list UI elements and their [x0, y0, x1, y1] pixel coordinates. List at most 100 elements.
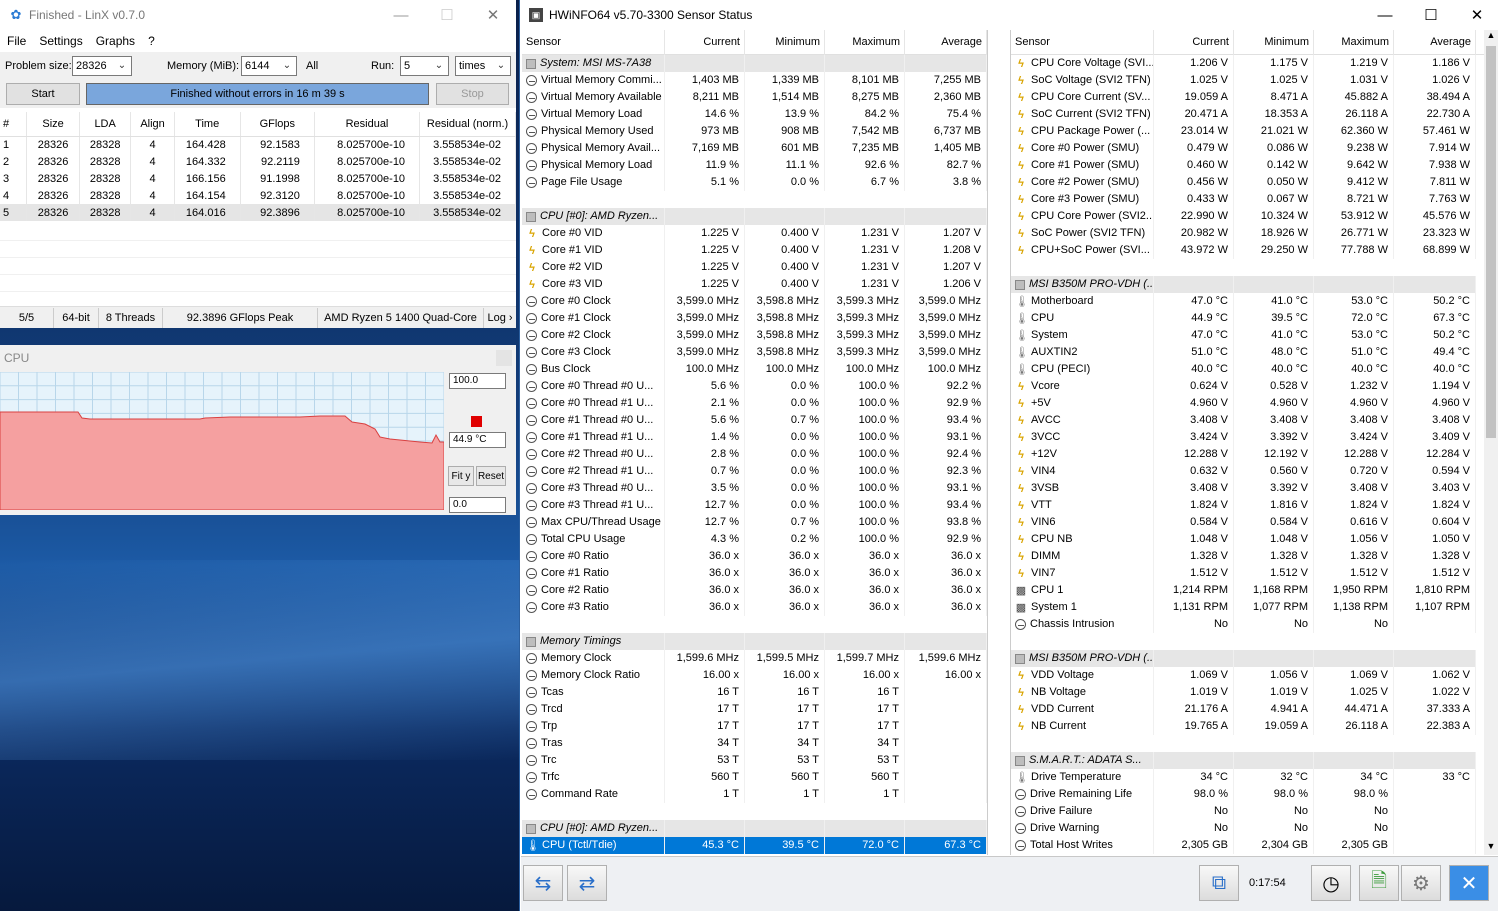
sensor-row[interactable]: Core #1 Thread #1 U... 1.4 % 0.0 % 100.0 % 9… — [522, 429, 987, 446]
sensor-row[interactable]: Core #0 Ratio 36.0 x 36.0 x 36.0 x 36.0 x — [522, 548, 987, 565]
menu-graphs[interactable]: Graphs — [96, 34, 135, 48]
sensor-row[interactable]: ϟ CPU Package Power (... 23.014 W 21.021 W6… — [1011, 123, 1484, 140]
sensor-row[interactable]: Core #0 Thread #0 U... 5.6 % 0.0 % 100.0 % 9… — [522, 378, 987, 395]
sensor-row[interactable]: Virtual Memory Available 8,211 MB 1,514 MB… — [522, 89, 987, 106]
sensor-row[interactable]: ϟ DIMM 1.328 V 1.328 V 1.328 V 1.328 V — [1011, 548, 1484, 565]
sensor-row[interactable]: 🌡 CPU (Tctl/Tdie) 45.3 °C 39.5 °C 72.0 °C 67.… — [522, 837, 987, 854]
linx-titlebar[interactable]: ✿ Finished - LinX v0.7.0 — ☐ ✕ — [0, 0, 516, 30]
sensor-row[interactable]: Core #1 Thread #0 U... 5.6 % 0.7 % 100.0 % 9… — [522, 412, 987, 429]
graph-series-color-swatch[interactable] — [471, 416, 482, 427]
clock-reset-icon[interactable]: ◷ — [1311, 865, 1351, 901]
sensor-row[interactable]: ϟ 3VCC 3.424 V 3.392 V 3.424 V 3.409 V — [1011, 429, 1484, 446]
menu-file[interactable]: File — [7, 34, 26, 48]
sensor-row[interactable]: 🌡 AUXTIN2 51.0 °C 48.0 °C 51.0 °C 49.4 °C — [1011, 344, 1484, 361]
table-row[interactable]: 2 28326 28328 4 164.332 92.2119 8.025700e-10 3.… — [0, 153, 516, 170]
column-header-maximum[interactable]: Maximum — [825, 30, 905, 55]
sensor-row[interactable]: 🌡 CPU (PECI) 40.0 °C 40.0 °C 40.0 °C 40.0 °C — [1011, 361, 1484, 378]
sensor-row[interactable]: Physical Memory Avail... 7,169 MB 601 MB 7,… — [522, 140, 987, 157]
sensor-row[interactable]: ϟ CPU Core Current (SV... 19.059 A 8.471 A4… — [1011, 89, 1484, 106]
sensor-row[interactable]: ϟ SoC Voltage (SVI2 TFN) 1.025 V 1.025 V 1.0… — [1011, 72, 1484, 89]
sensor-row[interactable]: 🌡 CPU 44.9 °C 39.5 °C 72.0 °C 67.3 °C — [1011, 310, 1484, 327]
sensor-row[interactable]: Trp 17 T 17 T 17 T — [522, 718, 987, 735]
graph-min-field[interactable]: 0.0 — [449, 497, 506, 513]
scroll-thumb[interactable] — [1486, 46, 1496, 438]
sensor-row[interactable]: Trcd 17 T 17 T 17 T — [522, 701, 987, 718]
table-row[interactable]: 3 28326 28328 4 166.156 91.1998 8.025700e-10 3.… — [0, 170, 516, 187]
sensor-group-row[interactable]: CPU [#0]: AMD Ryzen... — [522, 208, 987, 225]
sensor-row[interactable]: Core #0 Thread #1 U... 2.1 % 0.0 % 100.0 % 9… — [522, 395, 987, 412]
sensor-group-row[interactable]: Memory Timings — [522, 633, 987, 650]
column-header-current[interactable]: Current — [1154, 30, 1234, 55]
sensor-row[interactable]: ϟ VIN4 0.632 V 0.560 V 0.720 V 0.594 V — [1011, 463, 1484, 480]
sensor-row[interactable]: ▩ CPU 1 1,214 RPM 1,168 RPM 1,950 RPM 1,810 R… — [1011, 582, 1484, 599]
sensor-row[interactable]: Drive Warning No No No — [1011, 820, 1484, 837]
menu-help[interactable]: ? — [148, 34, 155, 48]
sensor-row[interactable]: Memory Clock Ratio 16.00 x 16.00 x 16.00 x1… — [522, 667, 987, 684]
sensor-row[interactable]: Drive Remaining Life 98.0 % 98.0 % 98.0 % — [1011, 786, 1484, 803]
sensor-row[interactable]: ϟ NB Current 19.765 A 19.059 A 26.118 A 22.38… — [1011, 718, 1484, 735]
sensor-row[interactable]: ϟ Core #2 Power (SMU) 0.456 W 0.050 W 9.412 … — [1011, 174, 1484, 191]
sensor-row[interactable]: Core #1 Ratio 36.0 x 36.0 x 36.0 x 36.0 x — [522, 565, 987, 582]
col-time[interactable]: Time — [174, 112, 241, 137]
sensor-row[interactable]: 🌡 Drive Temperature 34 °C 32 °C 34 °C 33 °C — [1011, 769, 1484, 786]
column-header-minimum[interactable]: Minimum — [1234, 30, 1314, 55]
sensor-row[interactable]: Core #0 Clock 3,599.0 MHz 3,598.8 MHz 3,599… — [522, 293, 987, 310]
settings-gear-icon[interactable]: ⚙ — [1401, 865, 1441, 901]
sensor-row[interactable]: ϟ AVCC 3.408 V 3.408 V 3.408 V 3.408 V — [1011, 412, 1484, 429]
column-header-average[interactable]: Average — [1394, 30, 1476, 55]
column-header-current[interactable]: Current — [665, 30, 745, 55]
sensor-group-row[interactable]: System: MSI MS-7A38 — [522, 55, 987, 72]
stop-button[interactable]: Stop — [436, 83, 509, 105]
sensor-row[interactable]: Tcas 16 T 16 T 16 T — [522, 684, 987, 701]
close-icon[interactable]: ✕ — [1454, 0, 1498, 30]
sensor-row[interactable]: ϟ SoC Current (SVI2 TFN) 20.471 A 18.353 A2… — [1011, 106, 1484, 123]
expand-arrows-icon[interactable]: ⇄ — [567, 865, 607, 901]
sensor-row[interactable]: ϟ VIN6 0.584 V 0.584 V 0.616 V 0.604 V — [1011, 514, 1484, 531]
memory-combo[interactable]: 6144 ⌄ — [241, 56, 297, 76]
close-icon[interactable]: ✕ — [470, 0, 516, 30]
sensor-group-row[interactable]: S.M.A.R.T.: ADATA S... — [1011, 752, 1484, 769]
sensor-row[interactable]: ϟ CPU Core Power (SVI2... 22.990 W 10.324 W… — [1011, 208, 1484, 225]
minimize-icon[interactable]: — — [378, 0, 424, 30]
table-row[interactable]: 1 28326 28328 4 164.428 92.1583 8.025700e-10 3.… — [0, 136, 516, 153]
sensor-row[interactable]: Core #2 Thread #1 U... 0.7 % 0.0 % 100.0 % 9… — [522, 463, 987, 480]
sensor-row[interactable]: Chassis Intrusion No No No — [1011, 616, 1484, 633]
sensor-row[interactable]: Page File Usage 5.1 % 0.0 % 6.7 % 3.8 % — [522, 174, 987, 191]
sensor-row[interactable]: ϟ Core #0 Power (SMU) 0.479 W 0.086 W 9.238 … — [1011, 140, 1484, 157]
col-index[interactable]: # — [0, 112, 28, 137]
problem-size-combo[interactable]: 28326 ⌄ — [72, 56, 132, 76]
sensor-row[interactable]: ϟ +5V 4.960 V 4.960 V 4.960 V 4.960 V — [1011, 395, 1484, 412]
close-sensors-icon[interactable]: ✕ — [1449, 865, 1489, 901]
col-size[interactable]: Size — [26, 112, 80, 137]
sensor-row[interactable]: Total Host Writes 2,305 GB 2,304 GB 2,305 G… — [1011, 837, 1484, 854]
sensor-row[interactable]: Core #3 Ratio 36.0 x 36.0 x 36.0 x 36.0 x — [522, 599, 987, 616]
sensor-row[interactable]: ϟ +12V 12.288 V 12.192 V 12.288 V 12.284 V — [1011, 446, 1484, 463]
col-lda[interactable]: LDA — [79, 112, 132, 137]
column-header-sensor[interactable]: Sensor — [522, 30, 665, 55]
sensor-row[interactable]: ϟ NB Voltage 1.019 V 1.019 V 1.025 V 1.022 V — [1011, 684, 1484, 701]
memory-all-button[interactable]: All — [306, 60, 318, 72]
sensor-row[interactable]: Core #3 Thread #1 U... 12.7 % 0.0 % 100.0 %… — [522, 497, 987, 514]
scroll-down-icon[interactable]: ▼ — [1484, 841, 1498, 855]
sensor-row[interactable]: 🌡 Motherboard 47.0 °C 41.0 °C 53.0 °C 50.2 °C — [1011, 293, 1484, 310]
sensor-row[interactable]: ϟ VIN7 1.512 V 1.512 V 1.512 V 1.512 V — [1011, 565, 1484, 582]
sensor-row[interactable]: Drive Failure No No No — [1011, 803, 1484, 820]
sensor-row[interactable]: Virtual Memory Commi... 1,403 MB 1,339 MB 8… — [522, 72, 987, 89]
sensor-row[interactable]: Max CPU/Thread Usage 12.7 % 0.7 % 100.0 % 93… — [522, 514, 987, 531]
network-icon[interactable]: ⧉ — [1199, 865, 1239, 901]
collapse-arrows-icon[interactable]: ⇆ — [523, 865, 563, 901]
sensor-row[interactable]: ϟ Core #3 Power (SMU) 0.433 W 0.067 W 8.721 … — [1011, 191, 1484, 208]
col-residual-norm[interactable]: Residual (norm.) — [419, 112, 516, 137]
start-button[interactable]: Start — [6, 83, 80, 105]
fit-y-button[interactable]: Fit y — [448, 466, 474, 486]
minimize-icon[interactable]: — — [1362, 0, 1408, 30]
col-align[interactable]: Align — [130, 112, 175, 137]
sensor-row[interactable]: Total CPU Usage 4.3 % 0.2 % 100.0 % 92.9 % — [522, 531, 987, 548]
sensor-row[interactable]: ϟ Core #1 Power (SMU) 0.460 W 0.142 W 9.642 … — [1011, 157, 1484, 174]
sensor-row[interactable]: ϟ VDD Voltage 1.069 V 1.056 V 1.069 V 1.062 V — [1011, 667, 1484, 684]
sensor-row[interactable]: ϟ VDD Current 21.176 A 4.941 A 44.471 A 37.33… — [1011, 701, 1484, 718]
maximize-icon[interactable]: ☐ — [424, 0, 470, 30]
run-combo[interactable]: 5 ⌄ — [400, 56, 449, 76]
scroll-up-icon[interactable]: ▲ — [1484, 30, 1498, 44]
sensor-row[interactable]: ϟ Core #3 VID 1.225 V 0.400 V 1.231 V 1.206 V — [522, 276, 987, 293]
